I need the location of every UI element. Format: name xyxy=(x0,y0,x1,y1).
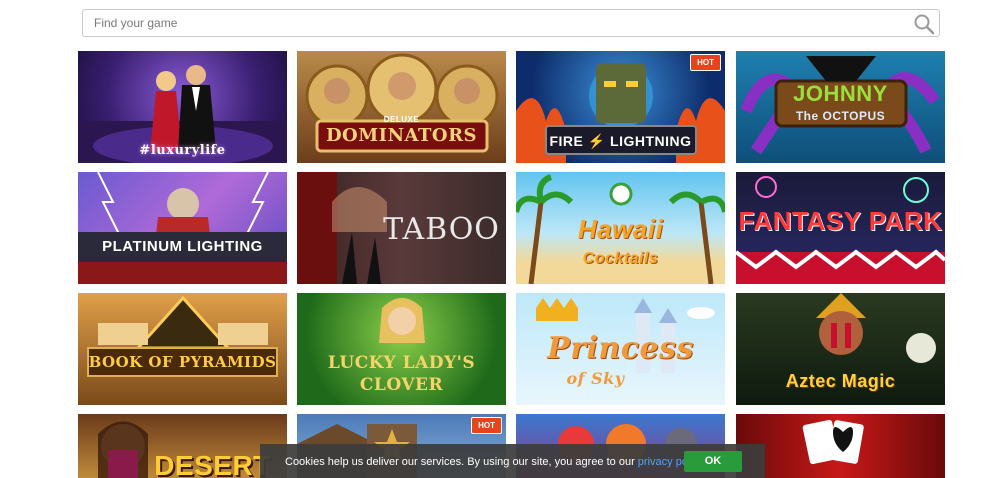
game-tile-dominators[interactable]: DELUXE DOMINATORS xyxy=(297,51,506,163)
game-title: Princess xyxy=(547,331,694,366)
dominators-artwork xyxy=(305,53,499,153)
cookie-message: Cookies help us deliver our services. By… xyxy=(285,456,704,468)
game-tile-book-of-pyramids[interactable]: BOOK OF PYRAMIDS xyxy=(78,293,287,405)
game-subtitle: Cocktails xyxy=(582,250,659,267)
cookie-text: Cookies help us deliver our services. By… xyxy=(285,456,635,468)
game-tile-desert[interactable]: DESERT xyxy=(78,414,287,478)
game-tile-fantasy-park[interactable]: FANTASY PARK xyxy=(736,172,945,284)
game-tile-luxurylife[interactable]: #luxurylife xyxy=(78,51,287,163)
game-title: PLATINUM LIGHTING xyxy=(102,238,263,255)
book-of-pyramids-artwork xyxy=(87,295,278,377)
search-icon[interactable] xyxy=(913,13,935,35)
game-title: JOHNNY xyxy=(793,81,888,106)
game-tile-platinum-lighting[interactable]: PLATINUM LIGHTING xyxy=(78,172,287,284)
game-tile-lucky-ladys-clover[interactable]: LUCKY LADY'S CLOVER xyxy=(297,293,506,405)
game-tile-hawaii-cocktails[interactable]: Hawaii Cocktails xyxy=(516,172,725,284)
game-tile-princess-of-sky[interactable]: Princess of Sky xyxy=(516,293,725,405)
game-title: DOMINATORS xyxy=(325,125,478,146)
game-tile-row4-4[interactable] xyxy=(736,414,945,478)
search-input[interactable] xyxy=(83,10,914,36)
hot-badge: HOT xyxy=(690,54,721,71)
game-title: FIRE ⚡ LIGHTNING xyxy=(549,133,692,149)
game-title: LUCKY LADY'S xyxy=(327,353,476,373)
game-tile-taboo[interactable]: TABOO xyxy=(297,172,506,284)
game-subtitle: The OCTOPUS xyxy=(795,109,886,123)
cookie-banner: Cookies help us deliver our services. By… xyxy=(260,444,765,478)
game-title: Hawaii xyxy=(577,214,664,244)
johnny-octopus-artwork xyxy=(740,56,940,155)
game-title: #luxurylife xyxy=(139,143,226,158)
game-tile-fire-lightning[interactable]: FIRE ⚡ LIGHTNING HOT xyxy=(516,51,725,163)
cookie-ok-button[interactable]: OK xyxy=(684,451,742,472)
game-tile-aztec-magic[interactable]: Aztec Magic xyxy=(736,293,945,405)
game-subtitle: of Sky xyxy=(566,369,625,388)
game-subtitle: CLOVER xyxy=(359,375,444,395)
game-title: TABOO xyxy=(383,212,500,247)
platinum-lighting-artwork xyxy=(78,172,287,284)
game-title: BOOK OF PYRAMIDS xyxy=(88,353,277,371)
game-title: FANTASY PARK xyxy=(738,206,943,236)
hot-badge: HOT xyxy=(471,417,502,434)
game-tile-johnny-octopus[interactable]: JOHNNY The OCTOPUS xyxy=(736,51,945,163)
game-title: Aztec Magic xyxy=(785,371,896,391)
game-subtitle: DELUXE xyxy=(383,115,420,124)
search-bar xyxy=(82,9,940,37)
black-jack-artwork xyxy=(802,419,864,465)
